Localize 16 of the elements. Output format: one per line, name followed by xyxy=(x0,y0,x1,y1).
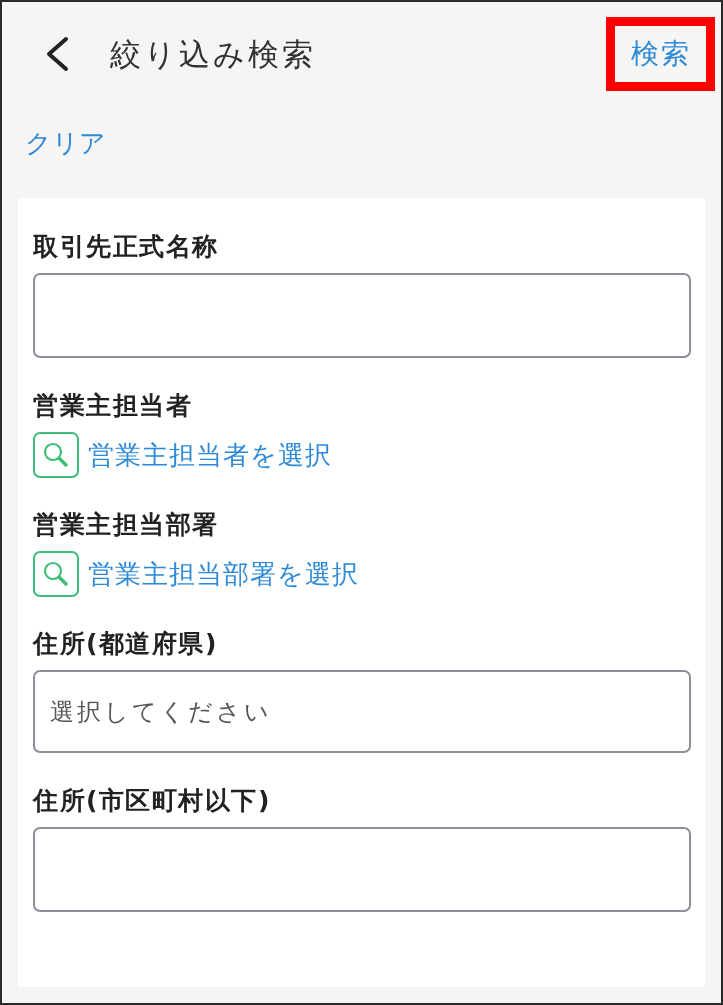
search-icon[interactable] xyxy=(33,431,79,478)
select-link[interactable]: 営業主担当部署を選択 xyxy=(88,556,359,591)
select-link[interactable]: 営業主担当者を選択 xyxy=(88,437,332,472)
page-title: 絞り込み検索 xyxy=(110,35,316,74)
field-label: 営業主担当部署 xyxy=(33,510,219,540)
field-label: 住所(市区町村以下) xyxy=(33,786,271,816)
input-field[interactable] xyxy=(33,273,691,358)
search-icon[interactable] xyxy=(33,550,79,597)
clear-link[interactable]: クリア xyxy=(25,125,106,161)
field-label: 営業主担当者 xyxy=(33,391,192,421)
field-label: 取引先正式名称 xyxy=(33,232,219,262)
search-button[interactable]: 検索 xyxy=(615,26,706,82)
input-field[interactable] xyxy=(33,827,691,912)
select-field[interactable]: 選択してください xyxy=(33,670,691,753)
field-label: 住所(都道府県) xyxy=(33,629,218,659)
back-icon[interactable] xyxy=(44,36,70,72)
